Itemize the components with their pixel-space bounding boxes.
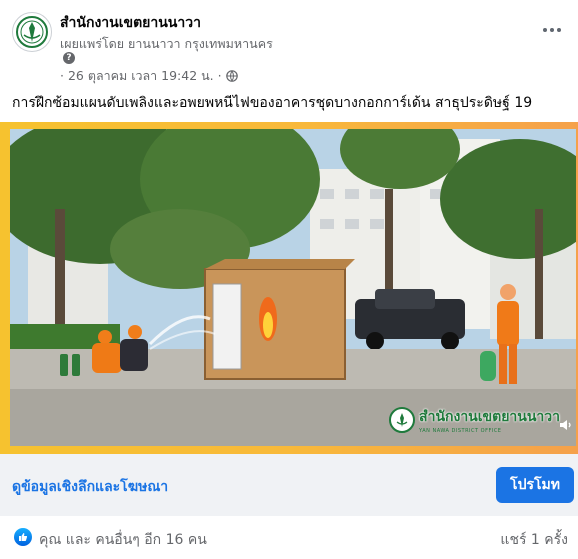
shares-count[interactable]: แชร์ 1 ครั้ง xyxy=(500,529,568,551)
more-options-button[interactable] xyxy=(540,18,564,42)
watermark-logo-icon xyxy=(389,407,416,433)
watermark-name: สำนักงานเขตยานนาวา xyxy=(419,409,560,425)
published-by-text: เผยแพร่โดย ยานนาวา กรุงเทพมหานคร xyxy=(60,36,273,51)
insights-and-ads-link[interactable]: ดูข้อมูลเชิงลึกและโฆษณา xyxy=(12,476,168,498)
post-card: สำนักงานเขตยานนาวา เผยแพร่โดย ยานนาวา กร… xyxy=(0,0,578,559)
globe-icon[interactable] xyxy=(225,70,238,82)
reactions-row: คุณ และ คนอื่นๆ อีก 16 คน แชร์ 1 ครั้ง xyxy=(0,516,578,559)
video-watermark: สำนักงานเขตยานนาวา YAN NAWA DISTRICT OFF… xyxy=(389,406,560,434)
volume-icon[interactable] xyxy=(558,418,572,432)
page-name-link[interactable]: สำนักงานเขตยานนาวา xyxy=(60,12,201,34)
video-frame-image xyxy=(10,129,576,446)
dot-icon xyxy=(543,28,547,32)
promote-button[interactable]: โปรโมท xyxy=(496,467,574,503)
dot-icon xyxy=(550,28,554,32)
post-timestamp[interactable]: · 26 ตุลาคม เวลา 19:42 น. · xyxy=(60,66,222,86)
post-caption: การฝึกซ้อมแผนดับเพลิงและอพยพหนีไฟของอาคา… xyxy=(12,95,533,111)
district-logo-icon xyxy=(16,16,48,48)
post-meta: · 26 ตุลาคม เวลา 19:42 น. · xyxy=(60,66,238,86)
reactions-summary[interactable]: คุณ และ คนอื่นๆ อีก 16 คน xyxy=(39,529,207,551)
post-video[interactable]: สำนักงานเขตยานนาวา YAN NAWA DISTRICT OFF… xyxy=(10,129,576,446)
question-icon[interactable]: ? xyxy=(63,52,75,64)
watermark-subtitle: YAN NAWA DISTRICT OFFICE xyxy=(419,428,502,434)
dot-icon xyxy=(557,28,561,32)
insights-bar: ดูข้อมูลเชิงลึกและโฆษณา โปรโมท xyxy=(0,454,578,516)
like-icon[interactable] xyxy=(14,528,32,546)
page-avatar[interactable] xyxy=(12,12,52,52)
